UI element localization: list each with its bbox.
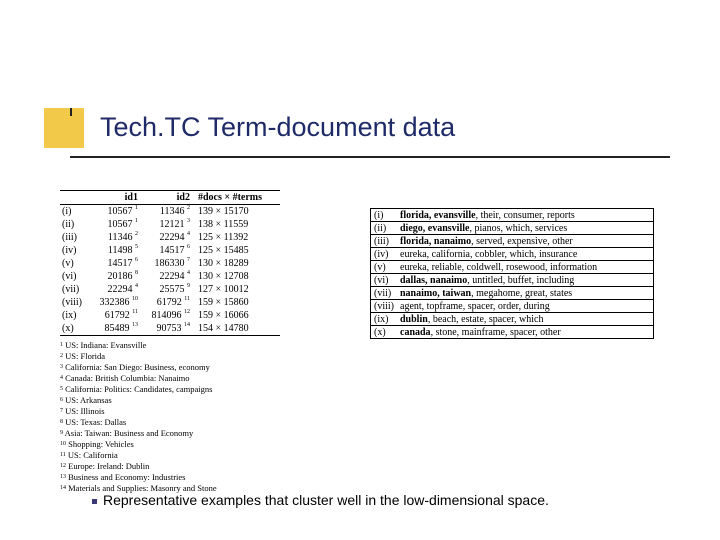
table-row: (v)eureka, reliable, coldwell, rosewood,… — [371, 261, 653, 274]
footnote: 8 US: Texas: Dallas — [60, 417, 320, 428]
footnote: 5 California: Politics: Candidates, camp… — [60, 384, 320, 395]
table-row: (vi)dallas, nanaimo, untitled, buffet, i… — [371, 274, 653, 287]
table-row: (vii)22294 425575 9127 × 10012 — [60, 283, 280, 296]
footnote: 1 US: Indiana: Evansville — [60, 340, 320, 351]
table-row: (viii)332386 1061792 11159 × 15860 — [60, 296, 280, 309]
bullet-text: Representative examples that cluster wel… — [103, 492, 549, 508]
table-row: (i)10567 111346 2139 × 15170 — [60, 205, 280, 218]
left-table-header: id1 id2 #docs × #terms — [60, 190, 280, 205]
footnote: 3 California: San Diego: Business, econo… — [60, 362, 320, 373]
bullet-icon — [92, 499, 97, 504]
title-tick — [70, 108, 72, 116]
footnote: 12 Europe: Ireland: Dublin — [60, 461, 320, 472]
hdr-id2: id2 — [140, 191, 192, 204]
footnotes: 1 US: Indiana: Evansville2 US: Florida3 … — [60, 340, 320, 494]
table-row: (ii)10567 112121 3138 × 11559 — [60, 218, 280, 231]
footnote: 2 US: Florida — [60, 351, 320, 362]
table-row: (x)85489 1390753 14154 × 14780 — [60, 322, 280, 336]
table-row: (x)canada, stone, mainframe, spacer, oth… — [371, 326, 653, 339]
table-row: (vi)20186 822294 4130 × 12708 — [60, 270, 280, 283]
hdr-dt: #docs × #terms — [192, 191, 280, 204]
table-row: (iv)eureka, california, cobbler, which, … — [371, 248, 653, 261]
table-row: (v)14517 6186330 7130 × 18289 — [60, 257, 280, 270]
table-row: (iv)11498 514517 6125 × 15485 — [60, 244, 280, 257]
table-row: (iii)florida, nanaimo, served, expensive… — [371, 235, 653, 248]
footnote: 11 US: California — [60, 450, 320, 461]
table-row: (ix)dublin, beach, estate, spacer, which — [371, 313, 653, 326]
footnote: 4 Canada: British Columbia: Nanaimo — [60, 373, 320, 384]
left-table: id1 id2 #docs × #terms (i)10567 111346 2… — [60, 190, 280, 336]
footnote: 10 Shopping: Vehicles — [60, 439, 320, 450]
hdr-id1: id1 — [92, 191, 140, 204]
footnote: 7 US: Illinois — [60, 406, 320, 417]
table-row: (ix)61792 11814096 12159 × 16066 — [60, 309, 280, 322]
table-row: (iii)11346 222294 4125 × 11392 — [60, 231, 280, 244]
footnote: 6 US: Arkansas — [60, 395, 320, 406]
page-title: Tech.TC Term-document data — [100, 112, 660, 143]
table-row: (ii)diego, evansville, pianos, which, se… — [371, 222, 653, 235]
right-table: (i)florida, evansville, their, consumer,… — [370, 208, 654, 339]
footnote: 13 Business and Economy: Industries — [60, 472, 320, 483]
footnote: 9 Asia: Taiwan: Business and Economy — [60, 428, 320, 439]
accent-decoration — [44, 108, 84, 148]
table-row: (viii)agent, topframe, spacer, order, du… — [371, 300, 653, 313]
table-row: (i)florida, evansville, their, consumer,… — [371, 209, 653, 222]
table-row: (vii)nanaimo, taiwan, megahome, great, s… — [371, 287, 653, 300]
title-underline — [70, 156, 670, 158]
bullet-summary: Representative examples that cluster wel… — [92, 492, 549, 508]
